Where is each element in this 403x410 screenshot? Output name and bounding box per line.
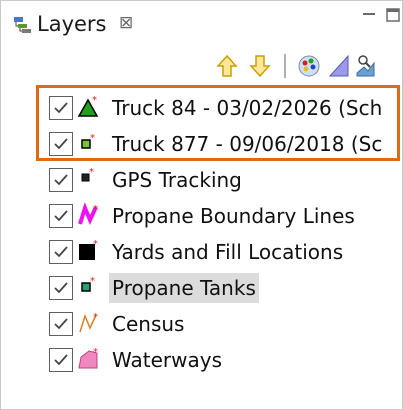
svg-text:*: * (93, 239, 98, 250)
arrow-down-icon[interactable] (248, 53, 272, 79)
minimize-icon[interactable] (361, 7, 377, 23)
arrow-up-icon[interactable] (215, 53, 239, 79)
layer-item-truck-84[interactable]: * Truck 84 - 03/02/2026 (Sch (45, 91, 402, 125)
layer-label: Truck 877 - 09/06/2018 (Sc (112, 132, 383, 156)
layer-properties-icon[interactable] (354, 53, 378, 79)
layer-visibility-checkbox[interactable] (49, 276, 73, 300)
layers-icon (13, 16, 35, 34)
layer-label: Truck 84 - 03/02/2026 (Sch (112, 96, 383, 120)
layer-visibility-checkbox[interactable] (49, 240, 73, 264)
layer-label: Propane Tanks (109, 273, 259, 303)
svg-text:*: * (93, 312, 98, 323)
layer-item-census[interactable]: * Census (45, 307, 402, 341)
layer-visibility-checkbox[interactable] (49, 312, 73, 336)
layer-item-propane-boundary-lines[interactable]: * Propane Boundary Lines (45, 199, 402, 233)
orange-line-icon: * (77, 310, 101, 336)
maximize-icon[interactable] (385, 7, 401, 23)
svg-text:*: * (92, 95, 97, 106)
pink-polygon-icon: * (77, 346, 101, 372)
svg-text:*: * (90, 133, 95, 144)
teal-square-point-icon: * (77, 274, 101, 300)
close-icon[interactable]: ⊠ (119, 13, 133, 33)
layer-item-truck-877[interactable]: * Truck 877 - 09/06/2018 (Sc (45, 127, 402, 161)
layer-label: Census (112, 312, 185, 336)
triangle-style-icon[interactable] (327, 53, 351, 79)
layer-visibility-checkbox[interactable] (49, 348, 73, 372)
layers-toolbar (1, 49, 402, 89)
layer-item-yards-and-fill-locations[interactable]: * Yards and Fill Locations (45, 235, 402, 269)
layer-visibility-checkbox[interactable] (49, 132, 73, 156)
toolbar-separator (284, 54, 286, 78)
svg-text:*: * (93, 347, 98, 358)
layer-visibility-checkbox[interactable] (49, 96, 73, 120)
magenta-line-icon: * (77, 202, 101, 228)
layer-label: Yards and Fill Locations (112, 240, 344, 264)
layer-label: Waterways (112, 348, 222, 372)
layer-label: Propane Boundary Lines (112, 204, 355, 228)
tab-layers[interactable]: Layers ⊠ (1, 1, 147, 45)
layer-item-propane-tanks[interactable]: * Propane Tanks (45, 271, 402, 305)
green-square-point-icon: * (77, 130, 101, 156)
layer-item-waterways[interactable]: * Waterways (45, 343, 402, 377)
palette-icon[interactable] (297, 53, 321, 79)
green-triangle-icon: * (77, 94, 101, 120)
layer-item-gps-tracking[interactable]: * GPS Tracking (45, 163, 402, 197)
black-square-point-icon: * (77, 166, 101, 192)
layer-visibility-checkbox[interactable] (49, 204, 73, 228)
svg-text:*: * (90, 276, 95, 287)
svg-text:*: * (93, 204, 98, 215)
layer-visibility-checkbox[interactable] (49, 168, 73, 192)
layer-label: GPS Tracking (112, 168, 242, 192)
tab-title: Layers (37, 12, 107, 36)
view-tab-bar: Layers ⊠ (1, 1, 402, 49)
layers-view: Layers ⊠ * Truck 84 - 03/02/2026 (Sch * … (0, 0, 403, 410)
black-square-icon: * (77, 238, 101, 264)
svg-text:*: * (89, 167, 94, 178)
